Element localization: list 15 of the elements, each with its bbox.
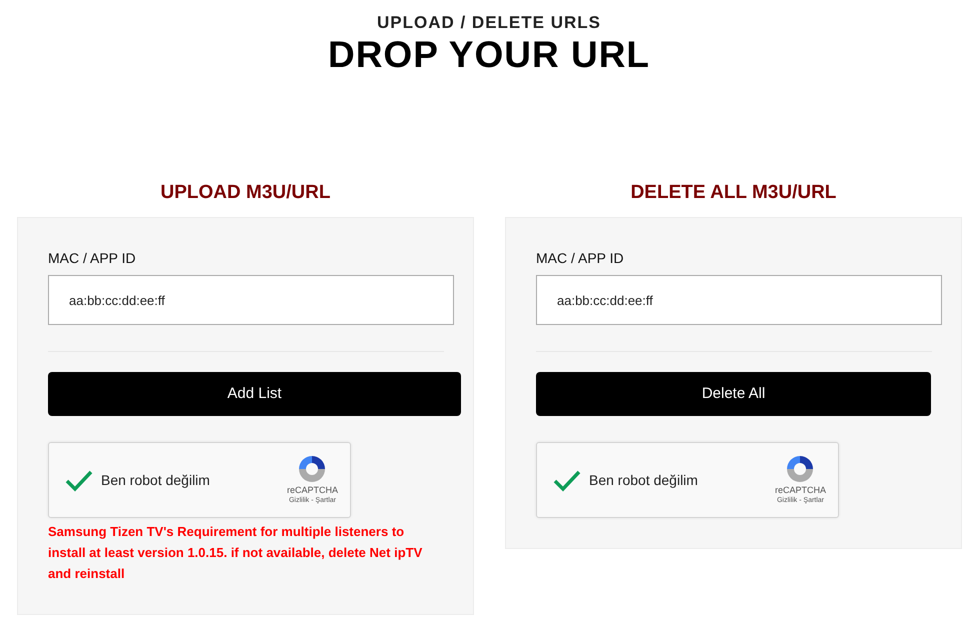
field-label: MAC / APP ID (536, 250, 624, 266)
warning-notice: Samsung Tizen TV's Requirement for multiple listeners to install at least version 1.0.15. if not available, delete Net ipTV and reinstall (48, 523, 424, 583)
submit-button[interactable]: Delete All (536, 372, 931, 416)
captcha-label: Ben robot değilim (589, 470, 698, 490)
mac-input-field[interactable]: aa:bb:cc:dd:ee:ff (536, 275, 942, 325)
captcha-brand: reCAPTCHA (774, 485, 826, 496)
captcha-brand: reCAPTCHA (286, 485, 338, 496)
submit-button[interactable]: Add List (48, 372, 461, 416)
captcha-label: Ben robot değilim (101, 470, 210, 490)
section-heading: DELETE ALL M3U/URL (630, 180, 836, 205)
mac-input-field[interactable]: aa:bb:cc:dd:ee:ff (48, 275, 454, 325)
page-title: DROP YOUR URL (328, 36, 650, 75)
page-subtitle: UPLOAD / DELETE URLS (376, 13, 601, 34)
section-heading: UPLOAD M3U/URL (160, 180, 330, 205)
field-label: MAC / APP ID (48, 250, 136, 266)
